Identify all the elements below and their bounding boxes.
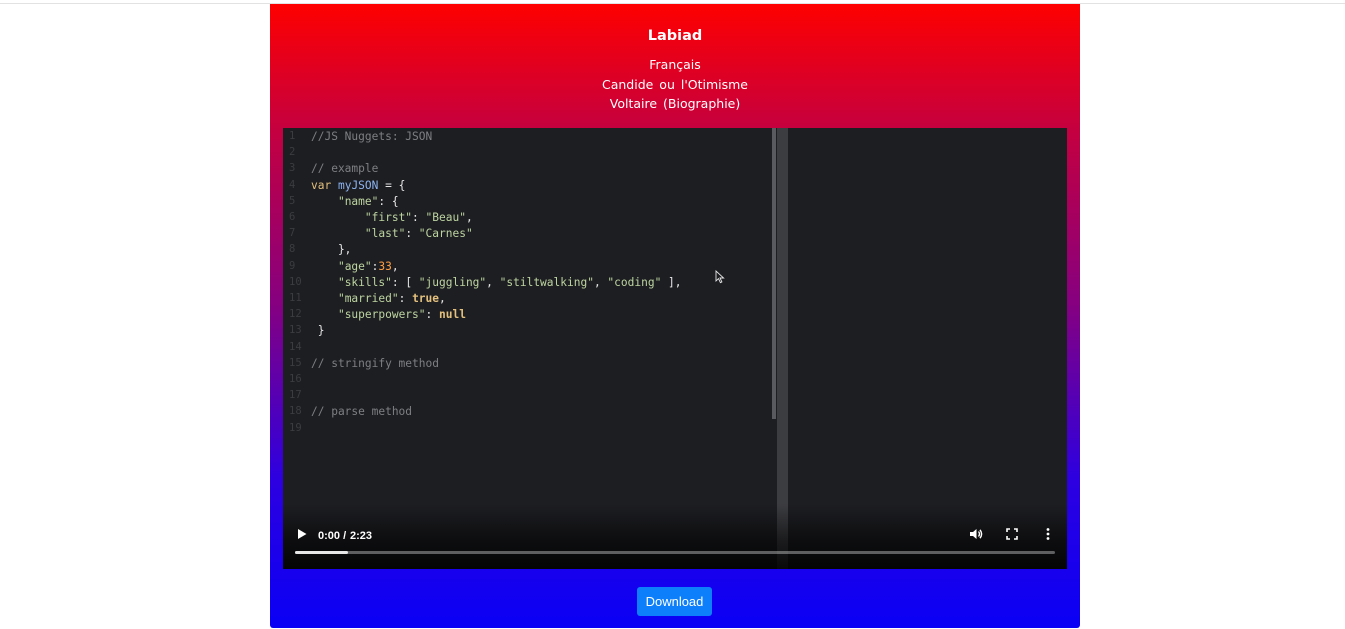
code-token: : xyxy=(398,292,413,305)
code-token: : xyxy=(405,227,419,241)
mouse-cursor-icon xyxy=(715,270,725,284)
editor-code-line: } xyxy=(311,324,325,338)
editor-line-number: 2 xyxy=(289,146,296,159)
editor-code-line: "name": { xyxy=(311,195,399,208)
editor-scrollbar xyxy=(772,128,776,419)
editor-code-line: var myJSON = { xyxy=(311,179,405,192)
code-token: //JS Nuggets: JSON xyxy=(311,130,433,143)
download-button[interactable]: Download xyxy=(637,587,712,616)
code-token: // stringify method xyxy=(311,356,439,370)
more-options-icon[interactable] xyxy=(1040,526,1056,542)
editor-line-number: 18 xyxy=(289,405,302,418)
code-token: "coding" xyxy=(607,275,662,289)
video-duration: 2:23 xyxy=(350,530,373,542)
code-token: , xyxy=(439,292,446,305)
editor-line-number: 19 xyxy=(289,421,302,434)
code-token: : [ xyxy=(391,275,419,289)
code-token: // example xyxy=(311,162,379,176)
editor-code-line: }, xyxy=(311,243,351,256)
code-token: "juggling" xyxy=(418,275,487,289)
lesson-card: Labiad Français Candide ou l'Otimisme Vo… xyxy=(270,4,1080,628)
code-token: }, xyxy=(311,243,352,257)
editor-line-number: 9 xyxy=(289,259,296,272)
editor-code-line: "first": "Beau", xyxy=(311,211,473,224)
book-title: Candide ou l'Otimisme xyxy=(601,77,748,92)
code-token: "Carnes" xyxy=(418,227,473,241)
editor-code-line: "superpowers": null xyxy=(311,308,466,321)
editor-line-number: 12 xyxy=(289,308,302,321)
video-current-time: 0:00 / xyxy=(318,530,347,542)
author-link[interactable]: Voltaire (Biographie) xyxy=(270,96,1080,111)
code-token: , xyxy=(391,259,399,273)
code-token: "superpowers" xyxy=(337,308,426,322)
code-token: "married" xyxy=(337,292,399,305)
code-token: : { xyxy=(378,194,399,208)
editor-line-number: 17 xyxy=(289,389,302,402)
code-token: ], xyxy=(661,275,682,289)
code-token: "skills" xyxy=(337,275,392,289)
code-token: null xyxy=(439,308,466,322)
video-controls-bar xyxy=(283,504,1067,569)
language-label: Français xyxy=(649,57,701,72)
editor-code-line: // stringify method xyxy=(311,357,439,370)
video-player[interactable]: 1 2 3 4 5 6 7 8 9 10 11 12 13 14 15 16 17 18 19//JS Nugget… xyxy=(283,128,1067,569)
editor-line-number: 7 xyxy=(289,227,296,240)
editor-line-number: 14 xyxy=(289,340,302,353)
code-token: } xyxy=(311,324,325,338)
code-token: myJSON xyxy=(337,178,379,192)
fullscreen-icon[interactable] xyxy=(1004,526,1020,542)
code-token: "stiltwalking" xyxy=(499,275,594,289)
editor-line-number: 6 xyxy=(289,211,296,223)
editor-line-number: 16 xyxy=(289,373,302,385)
editor-line-number: 4 xyxy=(289,178,296,191)
code-token: true xyxy=(412,292,440,305)
code-token: "name" xyxy=(337,194,379,208)
editor-line-number: 5 xyxy=(289,194,296,207)
editor-line-number: 10 xyxy=(289,275,302,288)
code-token: // parse method xyxy=(311,405,413,419)
editor-code-line: // parse method xyxy=(311,405,412,418)
editor-line-number: 1 xyxy=(289,130,296,142)
editor-line-number: 11 xyxy=(289,292,302,304)
editor-output-pane xyxy=(788,128,1067,569)
video-progress-bar[interactable] xyxy=(295,551,1055,554)
code-token: var xyxy=(311,178,332,192)
editor-splitter xyxy=(777,128,788,569)
code-token: "Beau" xyxy=(425,211,466,224)
code-token: "age" xyxy=(337,259,372,273)
editor-line-number: 8 xyxy=(289,243,296,256)
editor-line-number: 15 xyxy=(289,356,302,369)
volume-icon[interactable] xyxy=(968,526,984,542)
editor-code-line: "skills": [ "juggling", "stiltwalking", … xyxy=(311,276,682,289)
editor-code-line: // example xyxy=(311,162,378,175)
code-token: , xyxy=(486,275,500,289)
editor-code-line: //JS Nuggets: JSON xyxy=(311,130,432,143)
code-token: = { xyxy=(378,178,406,192)
editor-code-line: "last": "Carnes" xyxy=(311,227,473,240)
code-token: "first" xyxy=(364,211,413,224)
video-frame-code-editor: 1 2 3 4 5 6 7 8 9 10 11 12 13 14 15 16 17 18 19//JS Nugget… xyxy=(283,128,771,569)
play-icon[interactable] xyxy=(295,527,309,541)
editor-code-line: "age":33, xyxy=(311,260,399,273)
editor-code-line: "married": true, xyxy=(311,292,446,305)
video-progress-fill xyxy=(295,551,349,554)
code-token: , xyxy=(593,275,608,289)
editor-line-number: 3 xyxy=(289,162,296,175)
code-token: , xyxy=(465,211,473,224)
page-title: Labiad xyxy=(647,28,703,44)
code-token: : xyxy=(425,308,439,322)
code-token: : xyxy=(412,211,426,224)
editor-line-number: 13 xyxy=(289,324,302,337)
code-token: 33 xyxy=(378,259,392,273)
code-token: "last" xyxy=(364,227,406,241)
